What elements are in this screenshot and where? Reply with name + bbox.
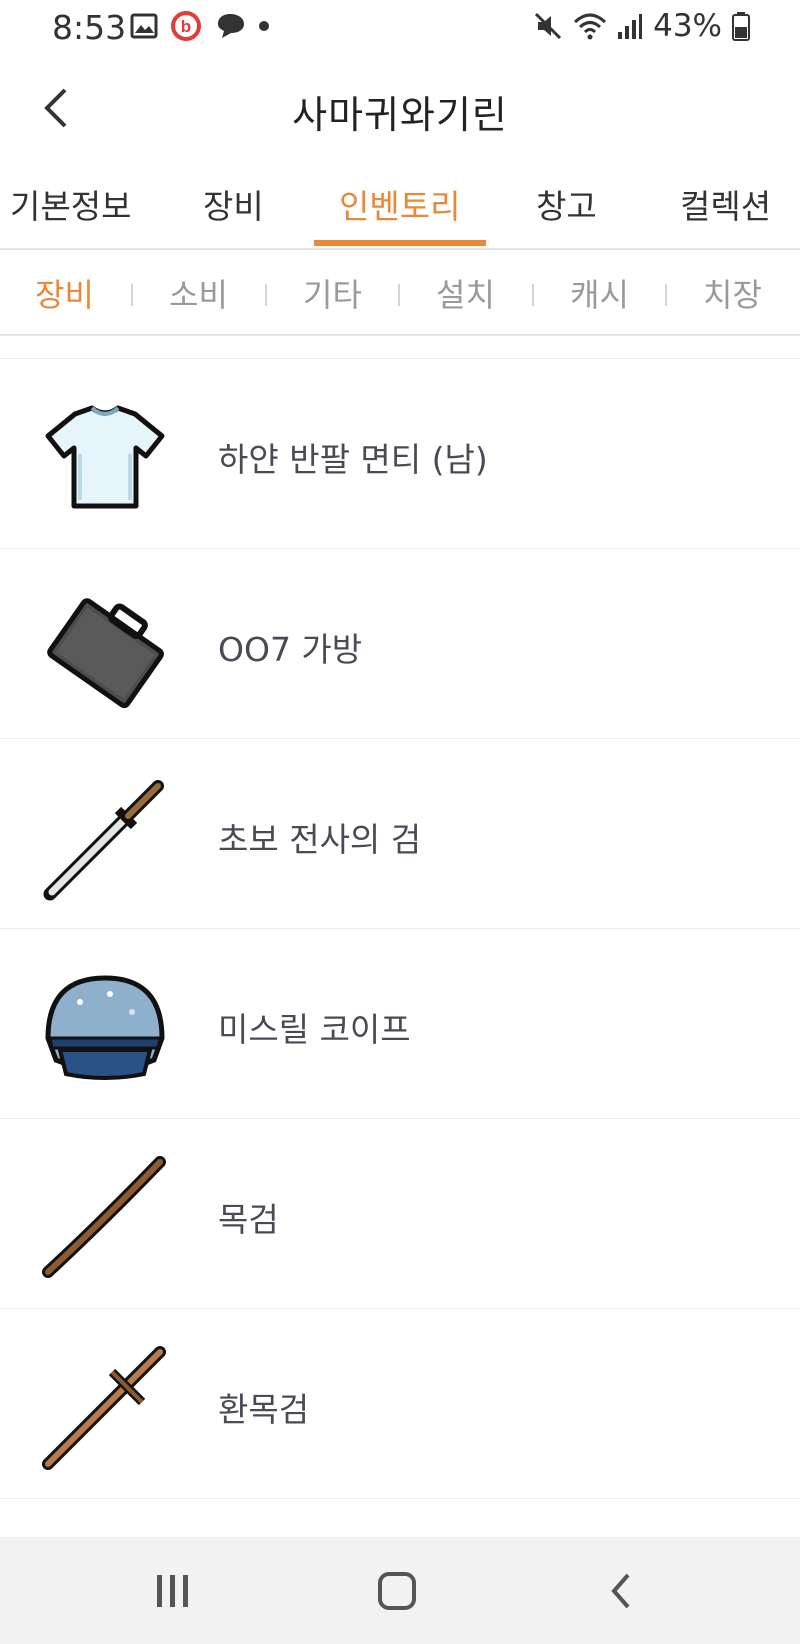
subtab-setup[interactable]: 설치 [436,270,495,316]
subtab-cash[interactable]: 캐시 [570,270,629,316]
beats-icon: b [171,11,201,41]
recent-apps-icon [157,1575,188,1607]
back-icon [611,1573,630,1609]
subtab-etc[interactable]: 기타 [303,270,362,316]
chat-bubble-icon [218,14,244,38]
list-item[interactable]: 목검 [0,1119,800,1309]
item-name: 초보 전사의 검 [218,820,422,859]
item-name: 환목검 [218,1390,310,1429]
signal-icon [618,14,643,39]
battery-icon [732,12,750,41]
tab-storage[interactable]: 창고 [536,180,597,228]
subtab-divider [532,284,534,306]
tab-equipment[interactable]: 장비 [203,180,264,228]
page-title: 사마귀와기린 [292,93,508,137]
subtab-divider [665,284,667,306]
battery-percent: 43% [653,8,722,44]
inventory-list: 하얀 반팔 면티 (남) OO7 가방 초보 전사의 검 미스릴 코이프 목검 … [0,358,800,1499]
status-left-icons: b [130,10,270,42]
tab-basic-info[interactable]: 기본정보 [10,180,131,228]
list-item[interactable]: 미스릴 코이프 [0,929,800,1119]
list-item[interactable]: OO7 가방 [0,549,800,739]
system-nav-bar [0,1537,800,1644]
svg-text:b: b [181,17,191,36]
subtab-divider [398,284,400,306]
item-name: 하얀 반팔 면티 (남) [218,440,488,479]
item-name: 미스릴 코이프 [218,1010,411,1049]
sub-tabs: 장비 소비 기타 설치 캐시 치장 [0,250,800,336]
home-icon [378,1572,416,1610]
mute-icon [535,12,562,40]
image-icon [130,13,158,39]
item-name: OO7 가방 [218,630,363,669]
home-button[interactable] [367,1561,427,1621]
list-item[interactable]: 환목검 [0,1309,800,1499]
white-tshirt-icon [45,405,165,509]
list-item[interactable]: 초보 전사의 검 [0,739,800,929]
status-time: 8:53 [52,8,127,47]
helmet-icon [45,975,165,1080]
dot-icon [259,21,269,31]
tab-inventory[interactable]: 인벤토리 [339,180,460,228]
main-tabs: 기본정보 장비 인벤토리 창고 컬렉션 [0,166,800,250]
subtab-decoration[interactable]: 치장 [703,270,762,316]
status-right-icons: 43% [533,8,750,44]
briefcase-icon [47,598,164,709]
list-item[interactable]: 하얀 반팔 면티 (남) [0,359,800,549]
subtab-consumable[interactable]: 소비 [169,270,228,316]
wifi-icon [574,13,607,40]
active-tab-indicator [314,240,486,246]
wooden-sword-icon [42,1156,166,1278]
subtab-divider [265,284,267,306]
recent-apps-button[interactable] [143,1561,203,1621]
nav-back-button[interactable] [591,1561,651,1621]
item-name: 목검 [218,1200,279,1239]
tab-collection[interactable]: 컬렉션 [680,180,771,228]
subtab-equipment[interactable]: 장비 [35,270,94,316]
status-bar: 8:53 b 43% [0,0,800,54]
ring-wooden-sword-icon [42,1346,166,1470]
subtab-divider [131,284,133,306]
sword-icon [43,780,164,901]
app-header: 사마귀와기린 [0,60,800,160]
